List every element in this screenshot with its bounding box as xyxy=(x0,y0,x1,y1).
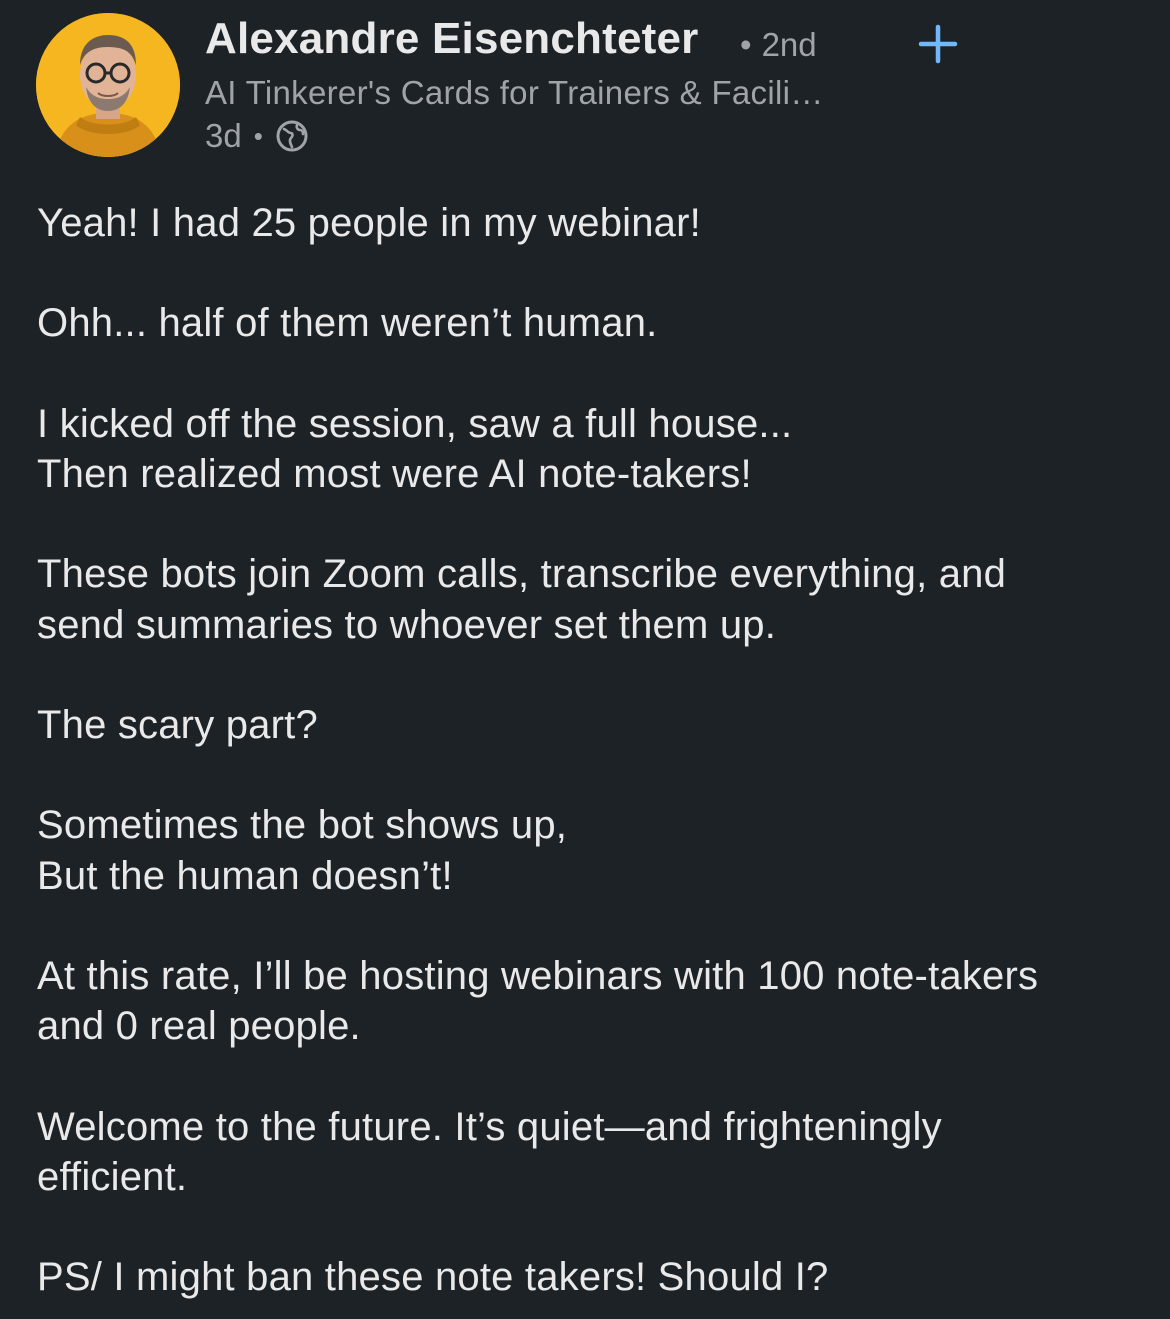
post-blank-line xyxy=(37,750,1147,800)
author-avatar[interactable] xyxy=(36,13,180,157)
post-header: Alexandre Eisenchteter • 2nd AI Tinkerer'… xyxy=(0,0,1170,170)
globe-icon xyxy=(276,120,308,152)
post-text-line: and 0 real people. xyxy=(37,1004,361,1049)
post-text-line: Sometimes the bot shows up, xyxy=(37,803,568,848)
post-text-line: send summaries to whoever set them up. xyxy=(37,602,777,647)
post-blank-line xyxy=(37,650,1147,700)
plus-icon xyxy=(918,24,958,64)
post-text-line: PS/ I might ban these note takers! Shoul… xyxy=(37,1255,829,1300)
post-meta: 3d • xyxy=(205,116,309,156)
connection-degree: • 2nd xyxy=(740,26,817,64)
post-text-line: But the human doesn’t! xyxy=(37,853,453,898)
profile-photo-icon xyxy=(36,13,180,157)
post-text-line: At this rate, I’ll be hosting webinars w… xyxy=(37,953,1039,998)
degree-separator: • xyxy=(740,26,752,63)
post-body: Yeah! I had 25 people in my webinar! Ohh.… xyxy=(37,198,1147,1302)
post-time: 3d xyxy=(205,117,242,154)
post-text-line: Welcome to the future. It’s quiet—and fr… xyxy=(37,1104,942,1149)
post-text-line: These bots join Zoom calls, transcribe e… xyxy=(37,552,1007,597)
degree-label: 2nd xyxy=(761,26,817,63)
post-text-line: efficient. xyxy=(37,1154,188,1199)
meta-separator: • xyxy=(253,120,263,151)
post-blank-line xyxy=(37,901,1147,951)
post-blank-line xyxy=(37,349,1147,399)
author-name[interactable]: Alexandre Eisenchteter xyxy=(205,14,699,64)
author-headline: AI Tinkerer's Cards for Trainers & Facil… xyxy=(205,74,824,111)
follow-button[interactable] xyxy=(918,14,970,74)
post-blank-line xyxy=(37,248,1147,298)
post-text-line: Then realized most were AI note-takers! xyxy=(37,451,752,496)
post-text-line: Yeah! I had 25 people in my webinar! xyxy=(37,201,701,245)
post-text-line: Ohh... half of them weren’t human. xyxy=(37,301,658,346)
post-blank-line xyxy=(37,1051,1147,1101)
post-text-line: The scary part? xyxy=(37,702,318,747)
post-text-line: I kicked off the session, saw a full hou… xyxy=(37,401,793,446)
post-blank-line xyxy=(37,1202,1147,1252)
post-blank-line xyxy=(37,499,1147,549)
